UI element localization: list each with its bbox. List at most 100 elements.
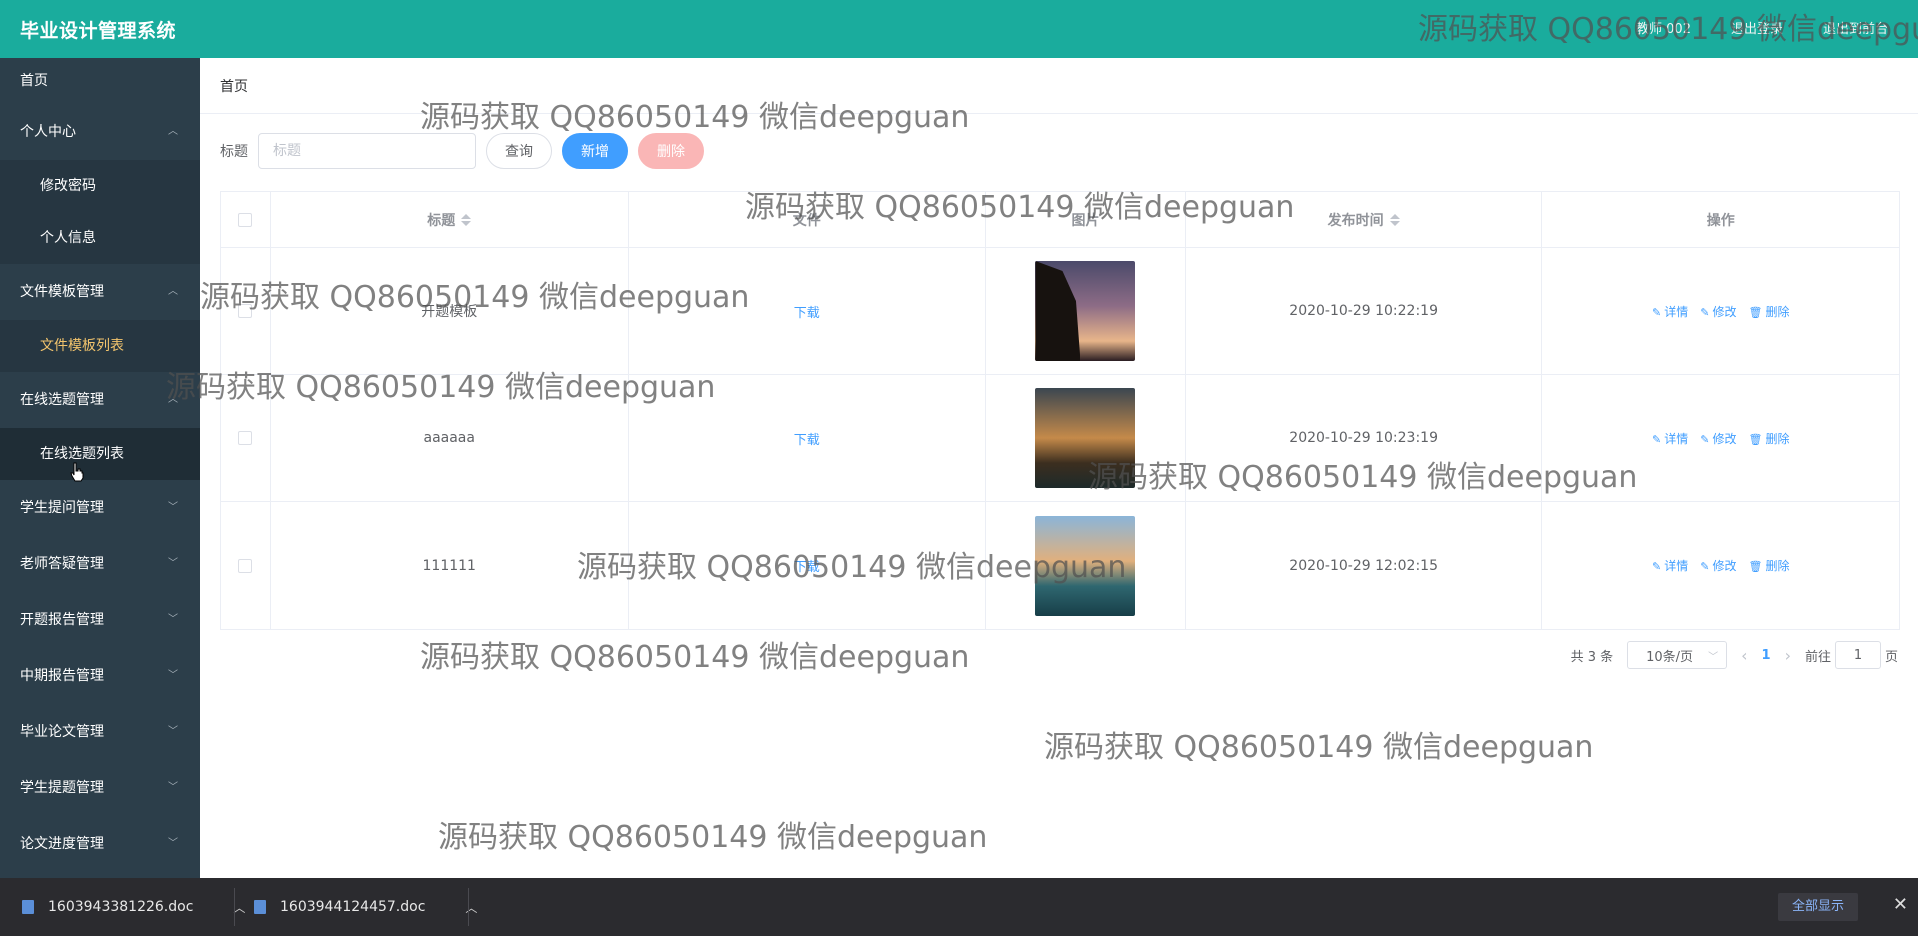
search-bar: 标题 查询 新增 删除 — [220, 133, 704, 169]
sort-icon[interactable] — [1389, 213, 1400, 226]
actions-cell: ✎ 详情 ✎ 修改 🗑 删除 — [1542, 375, 1899, 501]
data-table: 标题 文件 图片 发布时间 操作 开题模板 下载 2020-10-29 10:2… — [220, 191, 1900, 630]
row-checkbox-cell — [221, 248, 271, 374]
op-label: 删除 — [1765, 559, 1790, 573]
delete-row-button[interactable]: 🗑 删除 — [1748, 430, 1789, 447]
sidebar-subitem-personal-info[interactable]: 个人信息 — [0, 212, 200, 264]
table-row: aaaaaa 下载 2020-10-29 10:23:19 ✎ 详情 ✎ 修改 🗑 删… — [221, 375, 1899, 502]
sidebar-item-label: 老师答疑管理 — [20, 556, 104, 572]
column-header-title[interactable]: 标题 — [271, 192, 629, 247]
op-label: 修改 — [1712, 304, 1737, 319]
sidebar-item-personal-center[interactable]: 个人中心 ︿ — [0, 104, 200, 160]
page-jump-input[interactable] — [1834, 641, 1881, 669]
show-all-button[interactable]: 全部显示 — [1777, 893, 1858, 921]
edit-icon: ✎ — [1652, 305, 1662, 319]
chevron-up-icon: ︿ — [168, 286, 178, 297]
sidebar-item-template-management[interactable]: 文件模板管理 ︿ — [0, 264, 200, 320]
edit-button[interactable]: ✎ 修改 — [1700, 303, 1736, 320]
sidebar-item-opening-report[interactable]: 开题报告管理 ﹀ — [0, 592, 200, 648]
jump-suffix: 页 — [1884, 649, 1898, 665]
delete-row-button[interactable]: 🗑 删除 — [1748, 557, 1789, 574]
sidebar-item-teacher-answers[interactable]: 老师答疑管理 ﹀ — [0, 536, 200, 592]
chevron-up-icon[interactable]: ︿ — [233, 899, 245, 916]
prev-page-button[interactable]: ‹ — [1741, 646, 1747, 665]
image-cell — [986, 248, 1186, 374]
trash-icon: 🗑 — [1748, 305, 1763, 319]
chevron-down-icon: ﹀ — [168, 782, 178, 793]
add-button[interactable]: 新增 — [562, 133, 628, 169]
download-link[interactable]: 下载 — [794, 302, 820, 321]
actions-cell: ✎ 详情 ✎ 修改 🗑 删除 — [1542, 502, 1899, 629]
download-filename: 1603944124457.doc — [280, 899, 426, 915]
divider — [468, 888, 469, 926]
thumbnail-image[interactable] — [1035, 261, 1136, 361]
edit-button[interactable]: ✎ 修改 — [1700, 430, 1736, 447]
edit-icon: ✎ — [1700, 432, 1710, 446]
hand-cursor-icon — [70, 462, 84, 482]
breadcrumb[interactable]: 首页 — [220, 76, 248, 96]
page-number[interactable]: 1 — [1762, 648, 1771, 663]
op-label: 详情 — [1664, 431, 1689, 446]
detail-button[interactable]: ✎ 详情 — [1652, 303, 1688, 320]
column-header-label: 发布时间 — [1327, 212, 1384, 229]
sidebar-item-home[interactable]: 首页 — [0, 58, 200, 104]
chevron-down-icon: ﹀ — [168, 670, 178, 681]
download-bar: 1603943381226.doc ︿ 1603944124457.doc ︿ … — [0, 878, 1918, 936]
column-header-image: 图片 — [986, 192, 1186, 247]
image-cell — [986, 502, 1186, 629]
title-cell: aaaaaa — [271, 375, 629, 501]
row-checkbox[interactable] — [238, 431, 253, 445]
sidebar-item-thesis[interactable]: 毕业论文管理 ﹀ — [0, 704, 200, 760]
user-name: 教师 002 — [1636, 22, 1691, 37]
chevron-down-icon: ﹀ — [168, 726, 178, 737]
search-input[interactable] — [258, 133, 476, 169]
header-actions: 教师 002 退出登录 退出到前台 — [1636, 18, 1888, 37]
chevron-down-icon: ﹀ — [1708, 651, 1719, 663]
row-checkbox[interactable] — [238, 304, 253, 318]
select-all-checkbox[interactable] — [238, 212, 253, 227]
document-icon — [254, 900, 266, 914]
page-size-select[interactable]: 10条/页 ﹀ — [1627, 641, 1728, 669]
pagination: 共 3 条 10条/页 ﹀ ‹ 1 › 前往 页 — [1557, 641, 1898, 669]
divider — [234, 888, 235, 926]
download-item[interactable]: 1603944124457.doc ︿ — [254, 878, 477, 936]
title-cell: 开题模板 — [271, 248, 629, 374]
download-link[interactable]: 下载 — [794, 556, 820, 575]
column-header-file: 文件 — [629, 192, 987, 247]
time-cell: 2020-10-29 12:02:15 — [1186, 502, 1543, 629]
sidebar-item-topic-selection[interactable]: 在线选题管理 ︿ — [0, 372, 200, 428]
sidebar-item-student-proposal[interactable]: 学生提题管理 ﹀ — [0, 760, 200, 816]
thumbnail-image[interactable] — [1035, 515, 1136, 616]
next-page-button[interactable]: › — [1785, 646, 1791, 665]
download-item[interactable]: 1603943381226.doc ︿ — [22, 878, 245, 936]
sidebar-subitem-change-password[interactable]: 修改密码 — [0, 160, 200, 212]
op-label: 删除 — [1765, 431, 1790, 446]
sidebar-subitem-label: 文件模板列表 — [40, 338, 124, 354]
delete-row-button[interactable]: 🗑 删除 — [1748, 303, 1789, 320]
sidebar-menu: 首页 个人中心 ︿ 修改密码 个人信息 文件模板管理 ︿ 文件模板列表 在线选题管理… — [0, 58, 200, 878]
row-checkbox[interactable] — [238, 558, 253, 573]
sidebar-item-progress[interactable]: 论文进度管理 ﹀ — [0, 816, 200, 872]
sidebar-subitem-template-list[interactable]: 文件模板列表 — [0, 320, 200, 372]
op-label: 修改 — [1712, 559, 1737, 573]
chevron-down-icon: ﹀ — [168, 558, 178, 569]
edit-button[interactable]: ✎ 修改 — [1700, 557, 1736, 574]
sidebar-item-midterm-report[interactable]: 中期报告管理 ﹀ — [0, 648, 200, 704]
sidebar-subitem-topic-list[interactable]: 在线选题列表 — [0, 428, 200, 480]
sidebar-item-student-questions[interactable]: 学生提问管理 ﹀ — [0, 480, 200, 536]
sort-icon[interactable] — [461, 213, 472, 226]
table-header-row: 标题 文件 图片 发布时间 操作 — [221, 192, 1899, 248]
sidebar-item-label: 学生提问管理 — [20, 500, 104, 516]
logout-link[interactable]: 退出登录 — [1731, 18, 1783, 37]
front-page-link[interactable]: 退出到前台 — [1823, 18, 1888, 37]
thumbnail-image[interactable] — [1035, 388, 1136, 488]
download-link[interactable]: 下载 — [794, 429, 820, 448]
detail-button[interactable]: ✎ 详情 — [1652, 557, 1688, 574]
column-header-time[interactable]: 发布时间 — [1186, 192, 1543, 247]
delete-button[interactable]: 删除 — [638, 133, 704, 169]
query-button[interactable]: 查询 — [486, 133, 552, 169]
detail-button[interactable]: ✎ 详情 — [1652, 430, 1688, 447]
time-cell: 2020-10-29 10:23:19 — [1186, 375, 1543, 501]
op-label: 修改 — [1712, 431, 1737, 446]
close-icon[interactable]: ✕ — [1893, 894, 1908, 915]
